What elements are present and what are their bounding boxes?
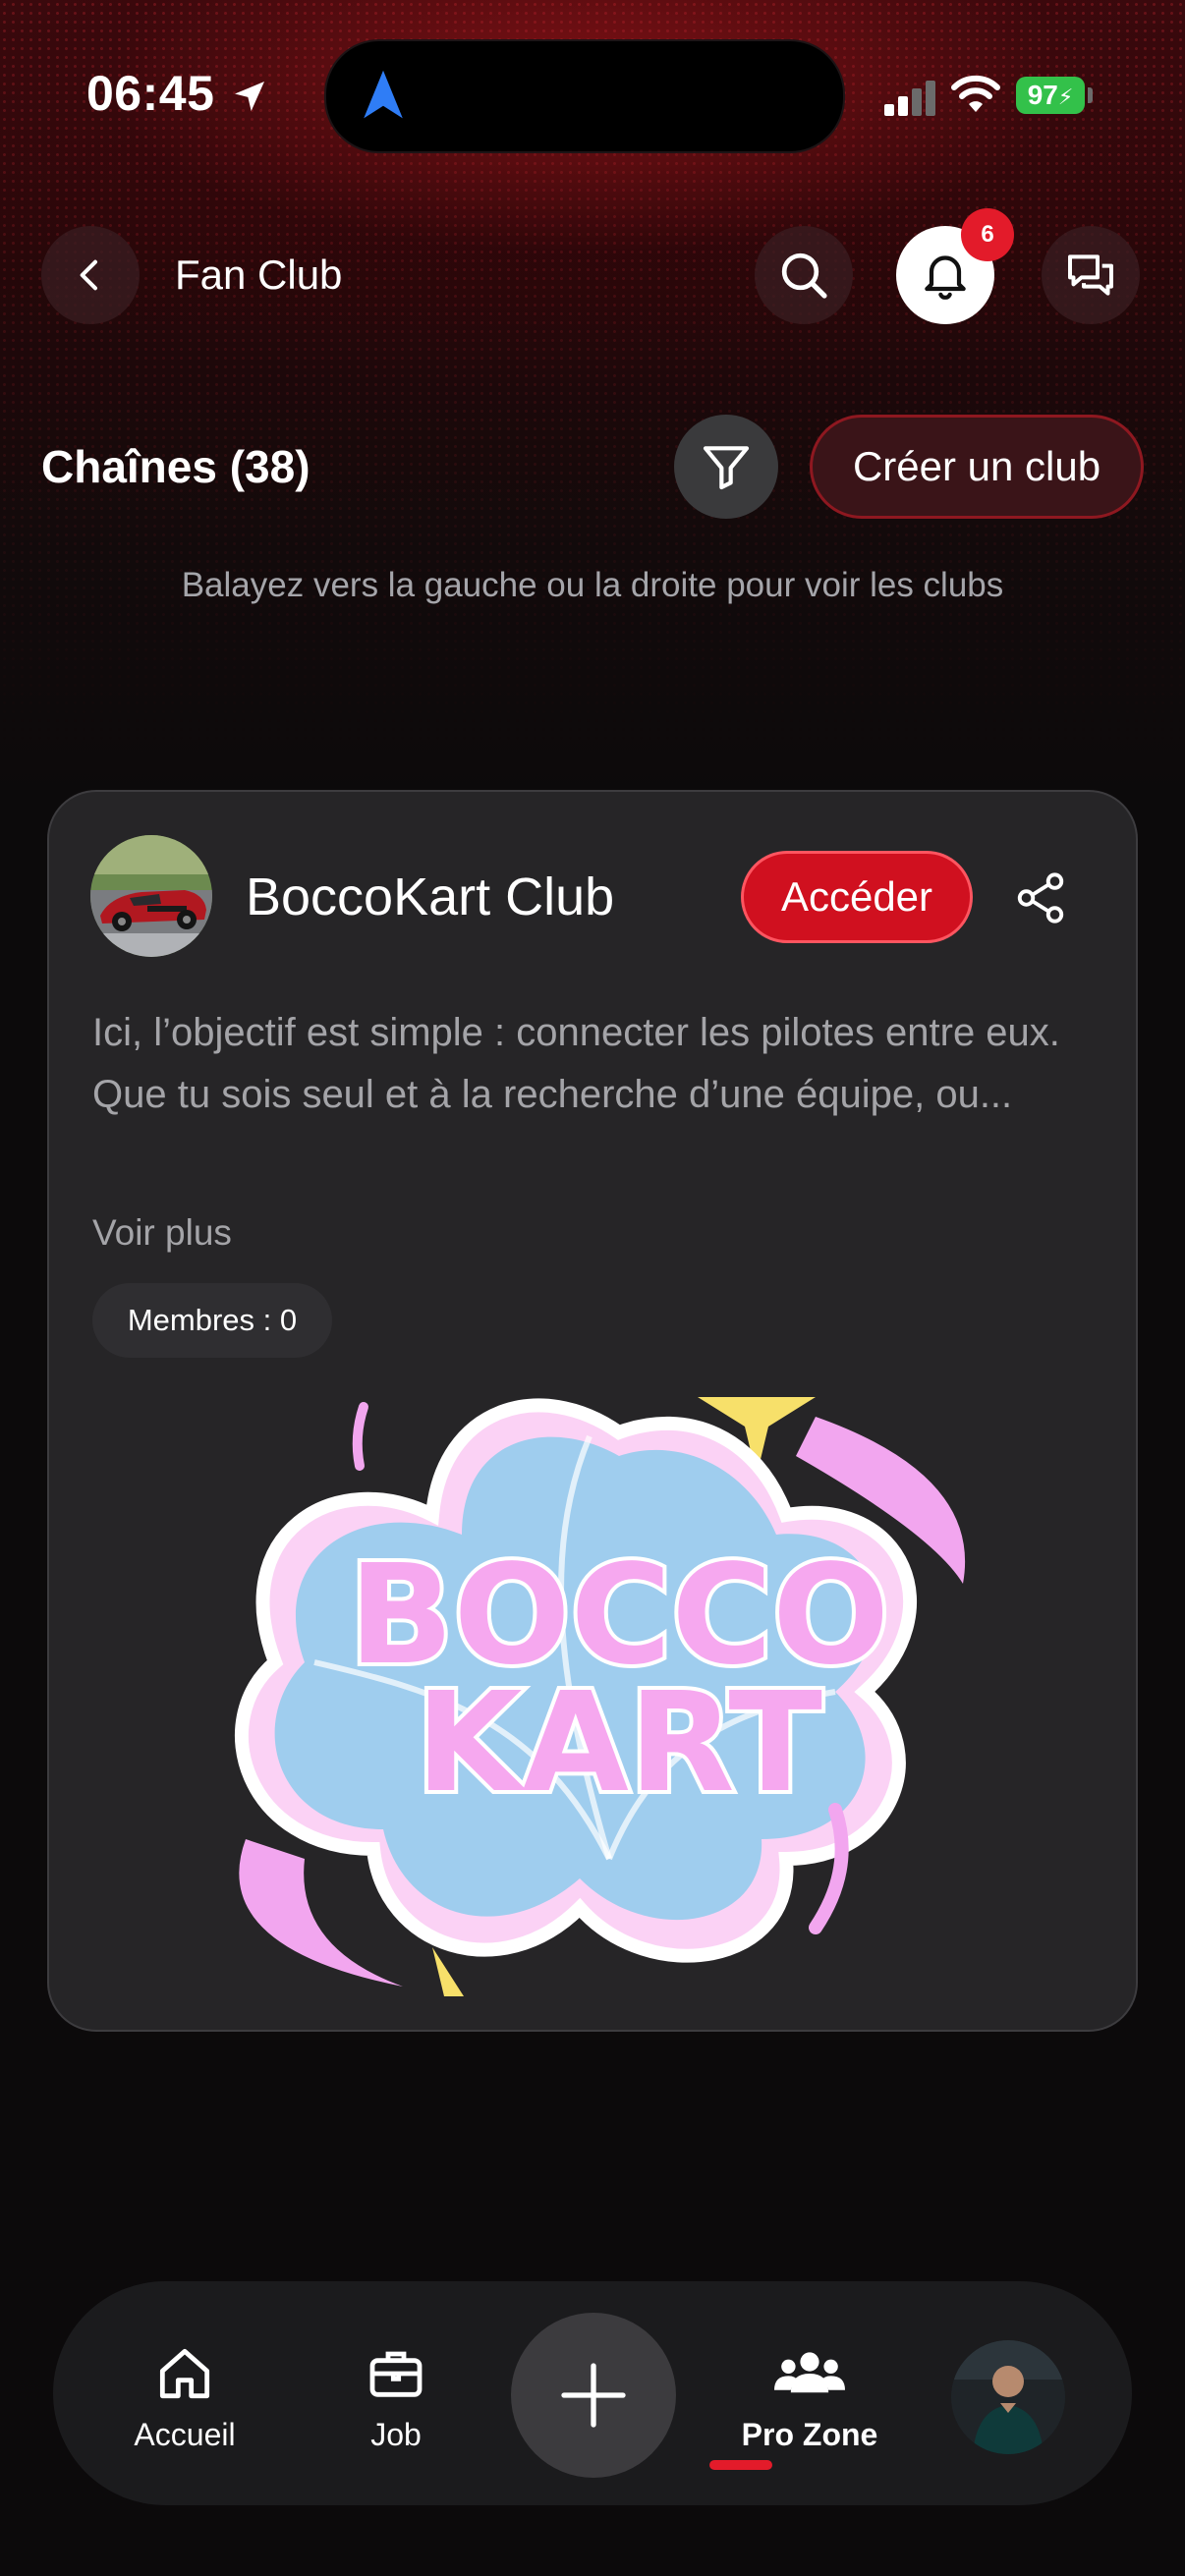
messages-button[interactable] — [1042, 226, 1140, 324]
filter-icon — [703, 446, 750, 490]
club-name: BoccoKart Club — [246, 868, 615, 926]
plus-icon — [561, 2363, 626, 2428]
create-post-button[interactable] — [511, 2313, 676, 2478]
page-title: Fan Club — [175, 252, 343, 298]
battery-tip — [1088, 87, 1093, 103]
chevron-left-icon — [80, 259, 97, 291]
home-icon — [159, 2348, 210, 2399]
channels-title: Chaînes (38) — [41, 441, 310, 492]
back-button[interactable] — [41, 226, 140, 324]
nav-label-job: Job — [370, 2417, 422, 2452]
access-button[interactable]: Accéder — [741, 851, 973, 943]
cellular-signal-icon — [884, 81, 935, 116]
dynamic-island — [324, 39, 845, 153]
search-button[interactable] — [755, 226, 853, 324]
status-time: 06:45 — [86, 66, 215, 121]
club-card: BoccoKart Club Accéder Ici, l’objectif e… — [47, 790, 1138, 2032]
swipe-hint: Balayez vers la gauche ou la droite pour… — [181, 566, 1004, 604]
wifi-icon — [951, 75, 1000, 112]
members-count: Membres : 0 — [92, 1283, 332, 1358]
navigation-icon — [364, 70, 403, 119]
active-tab-indicator — [709, 2460, 772, 2470]
nav-item-pro-zone[interactable]: Pro Zone — [711, 2281, 908, 2505]
bell-icon — [925, 255, 966, 300]
see-more-link[interactable]: Voir plus — [92, 1212, 232, 1254]
group-icon — [774, 2352, 845, 2393]
location-arrow-icon — [235, 82, 264, 111]
create-club-button[interactable]: Créer un club — [810, 415, 1144, 519]
search-icon — [781, 252, 827, 299]
nav-label-pro-zone: Pro Zone — [741, 2417, 878, 2452]
user-photo — [951, 2340, 1065, 2454]
nav-label-home: Accueil — [134, 2417, 236, 2452]
notification-badge: 6 — [961, 208, 1014, 261]
share-icon[interactable] — [1012, 868, 1069, 927]
club-avatar[interactable] — [90, 835, 212, 957]
club-description: Ici, l’objectif est simple : connecter l… — [92, 1011, 1060, 1116]
battery-indicator: 97⚡ — [1016, 77, 1085, 114]
nav-item-job[interactable]: Job — [326, 2281, 466, 2505]
profile-avatar[interactable] — [951, 2340, 1065, 2454]
nav-item-home[interactable]: Accueil — [102, 2281, 267, 2505]
filter-button[interactable] — [674, 415, 778, 519]
battery-level: 97 — [1027, 80, 1058, 110]
race-car-image — [90, 835, 212, 957]
charging-bolt-icon: ⚡ — [1057, 84, 1074, 109]
club-logo-image[interactable]: BOCCO KART — [187, 1397, 1051, 1998]
briefcase-icon — [369, 2351, 423, 2397]
chat-icon — [1068, 254, 1113, 296]
logo-text-line2: KART — [416, 1663, 822, 1823]
